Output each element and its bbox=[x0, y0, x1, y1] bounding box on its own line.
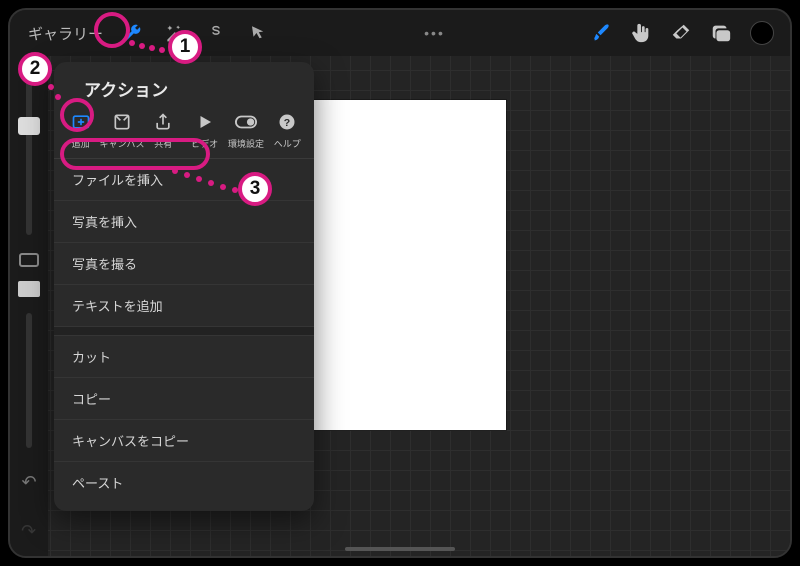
toggle-icon bbox=[235, 115, 257, 129]
tab-share[interactable]: 共有 bbox=[143, 111, 183, 150]
selection-button[interactable] bbox=[201, 18, 231, 48]
tab-video[interactable]: ビデオ bbox=[185, 111, 225, 150]
share-icon bbox=[153, 112, 173, 132]
wand-icon bbox=[164, 23, 184, 43]
color-picker-square[interactable] bbox=[18, 281, 40, 297]
item-add-text[interactable]: テキストを追加 bbox=[54, 284, 314, 326]
color-button[interactable] bbox=[750, 21, 774, 45]
help-icon: ? bbox=[278, 113, 296, 131]
opacity-slider[interactable] bbox=[26, 313, 32, 448]
tab-label: 追加 bbox=[72, 137, 90, 150]
brush-button[interactable] bbox=[590, 22, 612, 44]
item-copy[interactable]: コピー bbox=[54, 377, 314, 419]
canvas-icon bbox=[112, 112, 132, 132]
modifier-button[interactable] bbox=[19, 253, 39, 267]
actions-button[interactable] bbox=[117, 18, 147, 48]
gallery-button[interactable]: ギャラリー bbox=[20, 19, 111, 48]
layers-icon bbox=[710, 22, 732, 44]
eraser-icon bbox=[670, 22, 692, 44]
popover-title: アクション bbox=[54, 62, 314, 111]
tab-label: ヘルプ bbox=[274, 137, 301, 150]
tab-label: キャンバス bbox=[99, 137, 144, 150]
cursor-icon bbox=[249, 24, 267, 42]
tab-label: ビデオ bbox=[191, 137, 218, 150]
tab-add[interactable]: 追加 bbox=[61, 111, 101, 150]
svg-text:?: ? bbox=[284, 117, 290, 129]
layers-button[interactable] bbox=[710, 22, 732, 44]
brush-icon bbox=[590, 22, 612, 44]
s-icon bbox=[207, 24, 225, 42]
tab-prefs[interactable]: 環境設定 bbox=[226, 111, 266, 150]
item-insert-file[interactable]: ファイルを挿入 bbox=[54, 159, 314, 200]
popover-tabs: 追加 キャンバス 共有 ビデオ 環境設定 ? ヘルプ bbox=[54, 111, 314, 158]
add-image-icon bbox=[71, 112, 91, 132]
eraser-button[interactable] bbox=[670, 22, 692, 44]
home-indicator bbox=[345, 547, 455, 551]
item-take-photo[interactable]: 写真を撮る bbox=[54, 242, 314, 284]
item-insert-photo[interactable]: 写真を挿入 bbox=[54, 200, 314, 242]
play-icon bbox=[196, 113, 214, 131]
transform-button[interactable] bbox=[243, 18, 273, 48]
tab-help[interactable]: ? ヘルプ bbox=[267, 111, 307, 150]
wrench-icon bbox=[122, 23, 142, 43]
item-paste[interactable]: ペースト bbox=[54, 461, 314, 503]
tab-label: 環境設定 bbox=[228, 137, 264, 150]
tab-canvas[interactable]: キャンバス bbox=[102, 111, 142, 150]
item-copy-canvas[interactable]: キャンバスをコピー bbox=[54, 419, 314, 461]
actions-popover: アクション 追加 キャンバス 共有 ビデオ 環境設定 bbox=[54, 62, 314, 511]
modify-button[interactable]: ••• bbox=[424, 25, 445, 41]
redo-button[interactable]: ↶ bbox=[21, 521, 36, 542]
slider-thumb[interactable] bbox=[18, 117, 40, 135]
adjustments-button[interactable] bbox=[159, 18, 189, 48]
item-cut[interactable]: カット bbox=[54, 336, 314, 377]
brush-size-slider[interactable] bbox=[26, 66, 32, 235]
left-sidebar: ↶ ↶ bbox=[10, 56, 48, 556]
topbar: ギャラリー ••• bbox=[10, 10, 790, 56]
tab-label: 共有 bbox=[154, 137, 172, 150]
finger-icon bbox=[630, 22, 652, 44]
smudge-button[interactable] bbox=[630, 22, 652, 44]
undo-button[interactable]: ↶ bbox=[21, 472, 36, 493]
